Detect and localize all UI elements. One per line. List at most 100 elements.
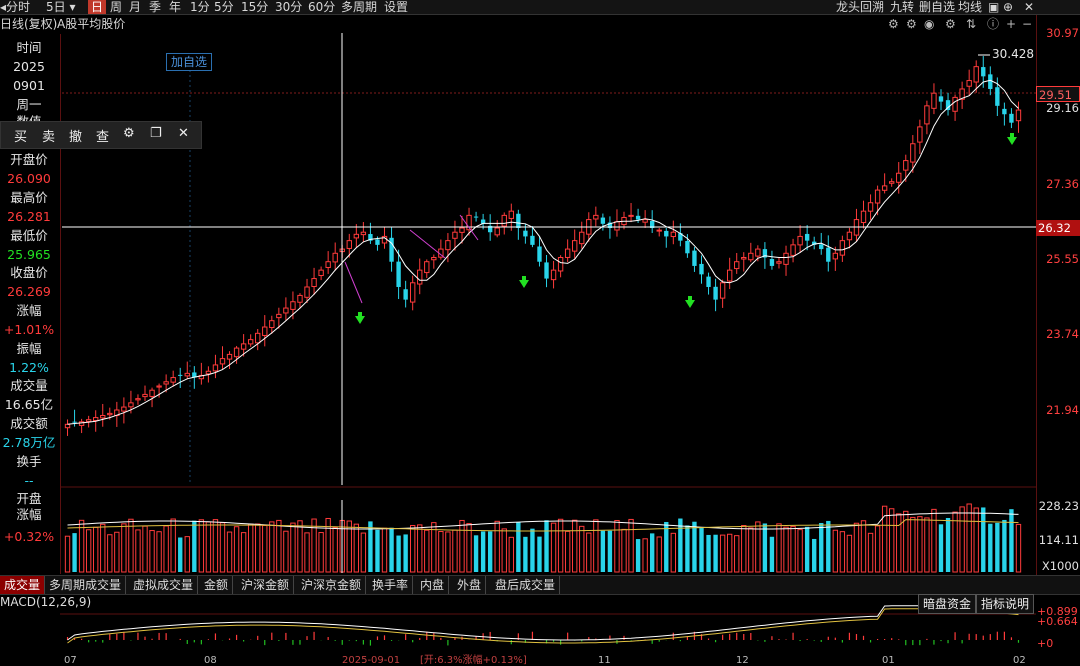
candle [537,246,542,262]
tab-virtual-volume[interactable]: 虚拟成交量 [129,576,199,594]
candle [156,385,162,388]
volume-bar [85,529,92,573]
down-arrow-icon [522,276,526,281]
amplitude-value: 1.22% [9,360,49,375]
candle [473,216,479,218]
volume-bar [226,531,233,573]
candle [396,261,401,287]
tab-turnover[interactable]: 换手率 [368,576,414,594]
volume-bar [917,516,923,573]
volume-bar [804,526,810,572]
volume-bar [219,522,226,573]
candle [290,301,296,310]
date-tick: 07 [64,655,77,666]
volume-bar [332,527,338,573]
candle [212,364,219,372]
volume-bar [516,522,521,572]
close-icon[interactable]: ✕ [178,126,189,141]
candle [903,160,909,171]
volume-bar [664,521,669,572]
candle [226,353,233,360]
candle [410,282,416,303]
volume-bar [403,534,408,572]
candle [262,326,268,336]
gear-icon[interactable]: ⚙ [123,126,135,141]
volume-bar [523,536,528,572]
candle [431,257,437,261]
info-panel: 时间 2025 0901 周一 数值 开盘价 26.090 最高价 26.281… [0,34,61,574]
crosshair-price-tag: 26.32 [1036,220,1080,236]
volume-bar [445,531,451,573]
volume-bar [135,529,141,573]
tab-outer[interactable]: 外盘 [453,576,487,594]
last-price-tag: 29.51 [1036,86,1080,102]
volume-bar [233,526,240,573]
candle [931,92,937,109]
tab-hsj-amount[interactable]: 沪深京金额 [297,576,367,594]
candle [656,229,662,232]
tab-multi-volume[interactable]: 多周期成交量 [45,576,127,594]
close-value: 26.269 [7,284,51,299]
volume-bar [290,522,296,573]
candle [726,269,733,282]
candle [550,269,557,281]
volume-bar [670,532,676,573]
volume-bar [973,507,979,573]
trend-stroke [344,261,363,304]
volume-bar [64,535,71,573]
candle [508,210,514,219]
candle [734,261,740,270]
candle [205,370,212,375]
candle [860,210,867,224]
volume-bar [205,521,212,573]
volume-bar [192,520,197,572]
candle [917,126,923,143]
candle [755,248,761,257]
candle [600,217,606,224]
tab-volume[interactable]: 成交量 [0,576,46,594]
tab-after-hours[interactable]: 盘后成交量 [491,576,561,594]
candle [874,189,881,204]
volume-bar [600,530,606,572]
tab-inner[interactable]: 内盘 [416,576,450,594]
candle [973,66,979,83]
volume-bar [748,527,754,573]
volume-bar [614,519,620,573]
add-watch-button[interactable]: 加自选 [166,53,213,71]
candlestick-chart[interactable] [0,0,1080,665]
indicator-help-button[interactable]: 指标说明 [976,594,1035,614]
candle [776,261,782,264]
tab-amount[interactable]: 金额 [200,576,234,594]
volume-bar [389,527,394,572]
candle [783,252,789,265]
cancel-order-button[interactable]: 撤 [69,126,82,145]
down-arrow-icon [519,280,529,288]
volume-bar [240,532,247,573]
volume-bar [100,523,106,573]
window-icon[interactable]: ❐ [150,126,162,141]
volume-bar [1015,523,1022,573]
query-button[interactable]: 查 [96,126,109,145]
date-value: 0901 [13,78,45,93]
volume-bar [304,532,310,573]
volume-bar [945,517,951,572]
candle [748,252,754,261]
time-label: 时间 [16,40,42,55]
volume-bar [769,536,775,572]
volume-bar [269,521,275,573]
volume-bar [867,532,874,573]
tab-hs-amount[interactable]: 沪深金额 [237,576,295,594]
macd-title[interactable]: MACD(12,26,9) [0,595,91,609]
sell-button[interactable]: 卖 [42,126,55,145]
dark-fund-button[interactable]: 暗盘资金 [918,594,977,614]
volume-bar [995,522,1000,572]
buy-button[interactable]: 买 [14,126,27,145]
date-tick: 02 [1013,655,1026,666]
volume-bar [966,503,972,573]
volume-bar [283,530,289,573]
candle [839,240,846,256]
candle [544,262,549,279]
down-arrow-icon [358,312,362,317]
candle [769,258,775,266]
candle [846,231,853,241]
